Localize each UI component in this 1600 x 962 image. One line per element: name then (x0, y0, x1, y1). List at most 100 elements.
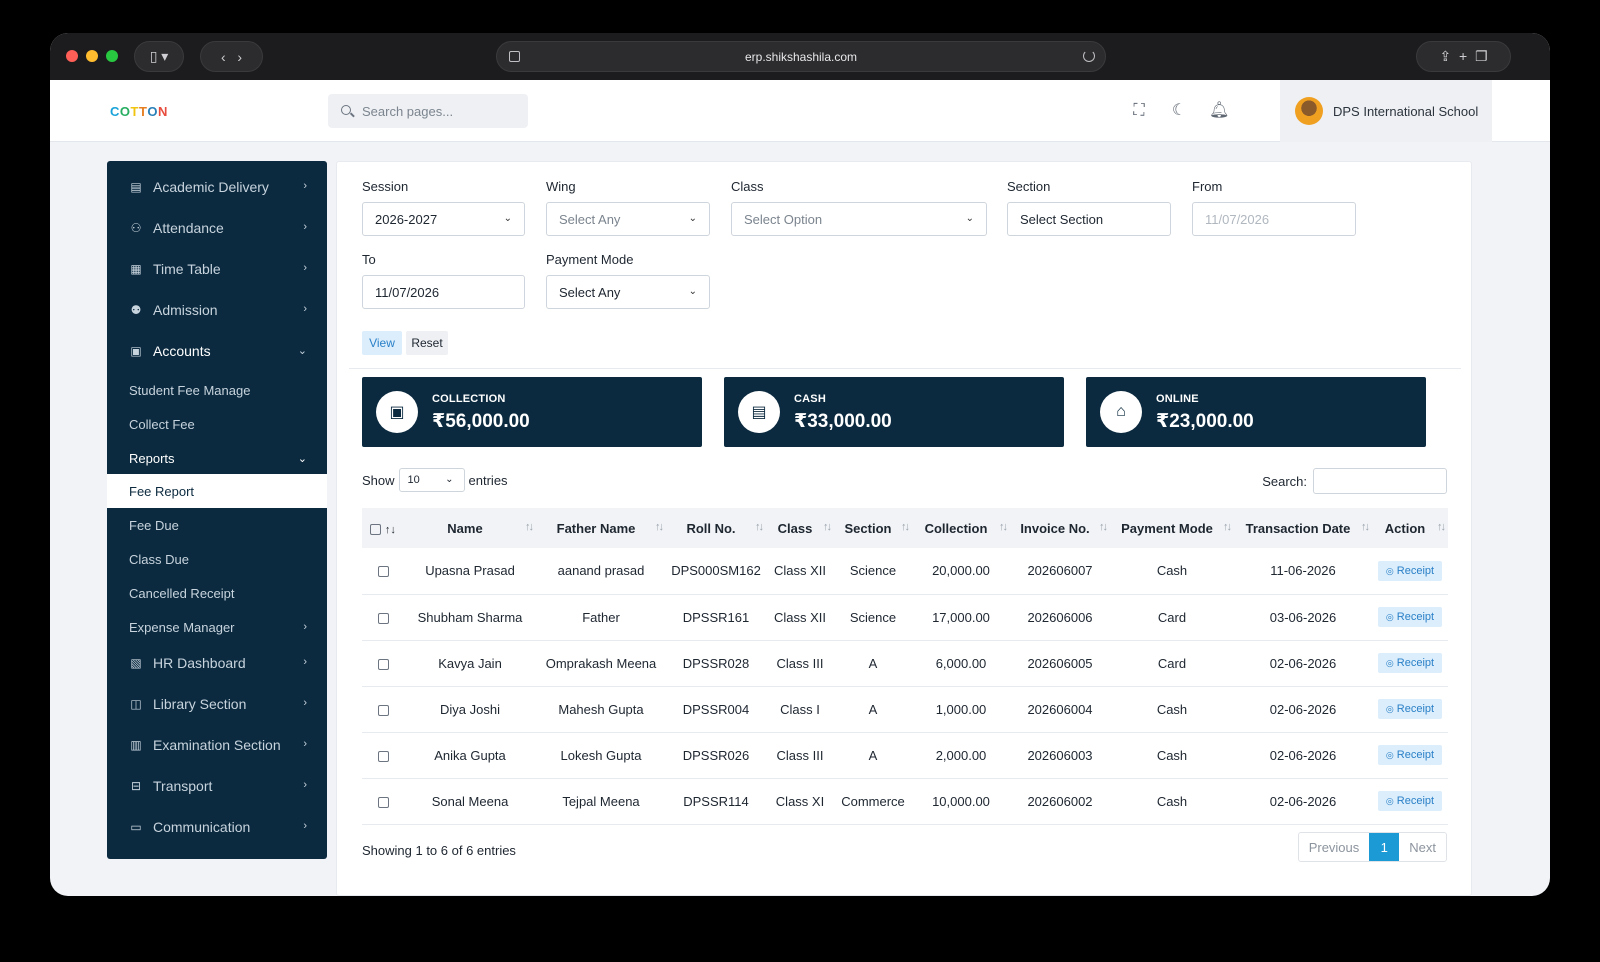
sidebar-subitem-collect-fee[interactable]: Collect Fee (107, 407, 327, 441)
cell-name: Shubham Sharma (417, 609, 523, 625)
chevron-right-icon: › (303, 221, 307, 233)
col-section[interactable]: Section ↑↓ (834, 508, 912, 548)
page-1-button[interactable]: 1 (1369, 833, 1400, 861)
row-checkbox[interactable] (377, 796, 389, 808)
browser-window: ▯ ▾ ‹ › erp.shikshashila.com ⇪ + ❐ C O T… (50, 33, 1550, 896)
sidebar-item-admission[interactable]: ⚉ Admission › (107, 290, 327, 330)
minimize-window-button[interactable] (86, 50, 98, 62)
receipt-button[interactable]: ◎ Receipt (1377, 560, 1443, 581)
sidebar-item-attendance[interactable]: ⚇ Attendance › (107, 208, 327, 248)
col-roll-no[interactable]: Roll No. ↑↓ (666, 508, 766, 548)
from-date-input[interactable]: 11/07/2026 (1192, 202, 1356, 236)
select-all-checkbox[interactable] (370, 523, 382, 535)
profile-menu[interactable]: DPS International School (1280, 80, 1492, 142)
reload-icon[interactable] (1083, 50, 1095, 62)
class-value: Select Option (744, 211, 823, 227)
sidebar-subitem-expense-manager[interactable]: Expense Manager › (107, 610, 327, 644)
section-select[interactable]: Select Section (1007, 202, 1171, 236)
receipt-button[interactable]: ◎ Receipt (1377, 653, 1443, 673)
col-payment-mode[interactable]: Payment Mode ↑↓ (1110, 508, 1234, 548)
view-button[interactable]: View (362, 331, 402, 355)
sidebar-item-library-section[interactable]: ◫ Library Section › (107, 684, 327, 724)
card-title: CASH (794, 393, 826, 405)
sort-icon: ↑↓ (901, 521, 910, 533)
cell-father: Omprakash Meena (545, 655, 657, 671)
session-select[interactable]: 2026-2027 ⌄ (362, 202, 525, 236)
sidebar-subitem-reports[interactable]: Reports ⌄ (107, 441, 327, 475)
fee-report-panel: Session 2026-2027 ⌄ Wing Select Any ⌄ Clas… (336, 161, 1472, 896)
chevron-right-icon: › (303, 656, 307, 668)
row-checkbox[interactable] (377, 750, 389, 762)
wing-select[interactable]: Select Any ⌄ (546, 202, 710, 236)
app-header: C O T T O N Search pages... ⛶ ☾ 🔔︎ DPS I… (50, 80, 1550, 142)
card-title: COLLECTION (432, 393, 506, 405)
table-header-row: ↑↓ Name ↑↓ Father Name ↑↓ Roll No. ↑↓ Class… (362, 508, 1448, 548)
row-select-cell (362, 686, 404, 732)
sidebar-subitem-student-fee-manage[interactable]: Student Fee Manage (107, 373, 327, 407)
cell-date: 02-06-2026 (1269, 793, 1337, 809)
sidebar-item-academic-delivery[interactable]: ▤ Academic Delivery › (107, 167, 327, 207)
sidebar-subitem-fee-report[interactable]: Fee Report (107, 474, 327, 508)
sidebar-item-communication[interactable]: ▭ Communication › (107, 807, 327, 847)
money-icon: ▣ (376, 391, 418, 433)
cell-section: A (868, 655, 878, 671)
to-date-input[interactable]: 11/07/2026 (362, 275, 525, 309)
col-name[interactable]: Name ↑↓ (404, 508, 536, 548)
receipt-icon: ◎ (1385, 565, 1394, 576)
dark-mode-icon[interactable]: ☾ (1169, 101, 1189, 121)
receipt-button[interactable]: ◎ Receipt (1377, 745, 1443, 765)
entries-select[interactable]: 10 ⌄ (398, 468, 465, 492)
col-action[interactable]: Action ↑↓ (1372, 508, 1448, 548)
previous-page-button[interactable]: Previous (1299, 833, 1370, 861)
col-invoice-no[interactable]: Invoice No. ↑↓ (1010, 508, 1110, 548)
entries-value: 10 (407, 474, 420, 486)
sidebar-subitem-fee-due[interactable]: Fee Due (107, 508, 327, 542)
maximize-window-button[interactable] (106, 50, 118, 62)
search-input[interactable]: Search pages... (328, 94, 528, 128)
sidebar-item-label: Library Section (153, 696, 247, 712)
row-checkbox[interactable] (377, 658, 389, 670)
row-checkbox[interactable] (377, 566, 389, 578)
cell-action: ◎ Receipt (1372, 548, 1448, 594)
section-value: Select Section (1020, 211, 1104, 227)
sidebar-toggle-icon[interactable]: ▯ ▾ (134, 41, 184, 72)
cash-card: ▤ CASH ₹33,000.00 (724, 377, 1064, 447)
cell-mode: Card (1157, 609, 1187, 625)
sort-icon[interactable]: ↑↓ (385, 524, 396, 536)
sidebar-item-transport[interactable]: ⊟ Transport › (107, 766, 327, 806)
sidebar-item-time-table[interactable]: ▦ Time Table › (107, 249, 327, 289)
col-father-name[interactable]: Father Name ↑↓ (536, 508, 666, 548)
class-select[interactable]: Select Option ⌄ (731, 202, 987, 236)
sidebar-item-label: Attendance (153, 220, 224, 236)
address-bar[interactable]: erp.shikshashila.com (496, 41, 1106, 72)
next-page-button[interactable]: Next (1399, 833, 1446, 861)
cell-father: Lokesh Gupta (560, 747, 642, 763)
receipt-button[interactable]: ◎ Receipt (1377, 699, 1443, 719)
sidebar-subitem-class-due[interactable]: Class Due (107, 542, 327, 576)
row-checkbox[interactable] (377, 704, 389, 716)
notification-bell-icon[interactable]: 🔔︎ (1209, 101, 1229, 121)
sidebar-item-hr-dashboard[interactable]: ▧ HR Dashboard › (107, 643, 327, 683)
close-window-button[interactable] (66, 50, 78, 62)
payment-mode-select[interactable]: Select Any ⌄ (546, 275, 710, 309)
reset-button[interactable]: Reset (406, 331, 448, 355)
fullscreen-icon[interactable]: ⛶ (1129, 101, 1149, 121)
cell-invoice: 202606005 (1027, 655, 1093, 671)
app-logo[interactable]: C O T T O N (110, 104, 167, 119)
sidebar-subitem-label: Reports (129, 450, 175, 466)
receipt-icon: ◎ (1385, 796, 1394, 806)
sidebar-subitem-cancelled-receipt[interactable]: Cancelled Receipt (107, 576, 327, 610)
cell-class: Class III (776, 655, 824, 671)
receipt-button[interactable]: ◎ Receipt (1377, 607, 1443, 627)
row-checkbox[interactable] (377, 612, 389, 624)
col-transaction-date[interactable]: Transaction Date ↑↓ (1234, 508, 1372, 548)
browser-actions[interactable]: ⇪ + ❐ (1416, 41, 1511, 72)
sidebar-item-accounts[interactable]: ▣ Accounts ⌄ (107, 331, 327, 371)
col-class[interactable]: Class ↑↓ (766, 508, 834, 548)
cell-father: Father (582, 609, 620, 625)
receipt-button[interactable]: ◎ Receipt (1377, 791, 1443, 811)
nav-back-forward[interactable]: ‹ › (200, 41, 263, 72)
col-collection[interactable]: Collection ↑↓ (912, 508, 1010, 548)
table-search-input[interactable] (1313, 468, 1447, 494)
sidebar-item-examination-section[interactable]: ▥ Examination Section › (107, 725, 327, 765)
